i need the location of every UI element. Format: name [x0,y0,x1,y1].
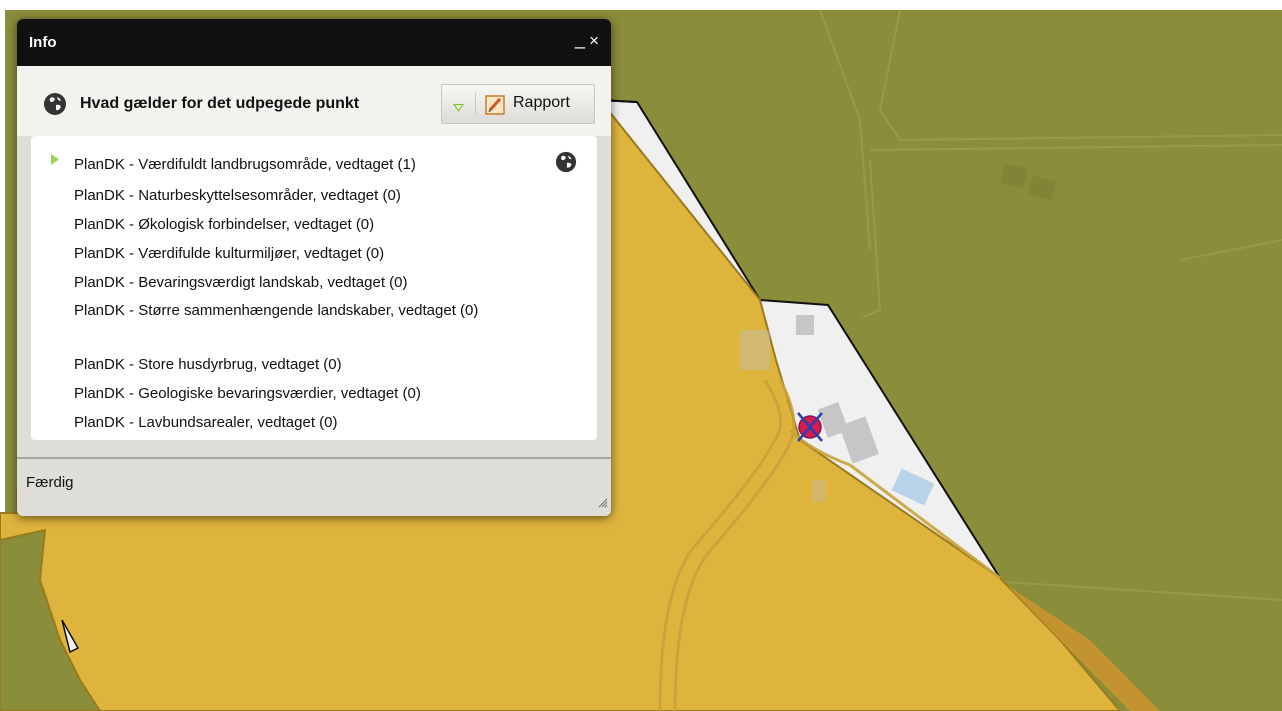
list-item[interactable]: PlanDK - Større sammenhængende landskabe… [74,301,504,320]
globe-icon [43,92,67,121]
list-item[interactable]: PlanDK - Geologiske bevaringsværdier, ve… [74,384,534,403]
crosshair-marker-icon [797,412,823,442]
triangle-down-icon [453,99,464,117]
results-list: PlanDK - Værdifuldt landbrugsområde, ved… [31,136,597,440]
list-item[interactable]: PlanDK - Bevaringsværdigt landskab, vedt… [74,273,534,292]
list-item[interactable]: PlanDK - Økologisk forbindelser, vedtage… [74,215,534,234]
triangle-right-icon[interactable] [51,152,59,170]
report-label: Rapport [513,94,570,111]
status-text: Færdig [26,474,74,491]
query-header: Hvad gælder for det udpegede punkt Rappo… [17,66,611,136]
report-button[interactable]: Rapport [480,85,594,123]
minimize-button[interactable]: _ [575,28,585,50]
notepad-pencil-icon [485,95,505,120]
report-toolbar: Rapport [441,84,595,124]
close-button[interactable]: × [589,30,599,52]
resize-grip-icon[interactable] [598,495,608,513]
divider [17,457,611,459]
globe-icon[interactable] [555,151,577,178]
title-bar[interactable]: Info _ × [17,19,611,66]
list-item[interactable]: PlanDK - Store husdyrbrug, vedtaget (0) [74,355,534,374]
list-item[interactable]: PlanDK - Værdifulde kulturmiljøer, vedta… [74,244,534,263]
query-heading: Hvad gælder for det udpegede punkt [80,95,360,112]
info-window: Info _ × Hvad gælder for det udpegede pu… [17,19,611,516]
list-item[interactable]: PlanDK - Værdifuldt landbrugsområde, ved… [74,155,534,174]
list-item[interactable]: PlanDK - Lavbundsarealer, vedtaget (0) [74,413,534,432]
list-item[interactable]: PlanDK - Naturbeskyttelsesområder, vedta… [74,186,534,205]
toolbar-divider [475,93,476,115]
window-title: Info [29,34,57,51]
expand-button[interactable] [442,85,475,123]
